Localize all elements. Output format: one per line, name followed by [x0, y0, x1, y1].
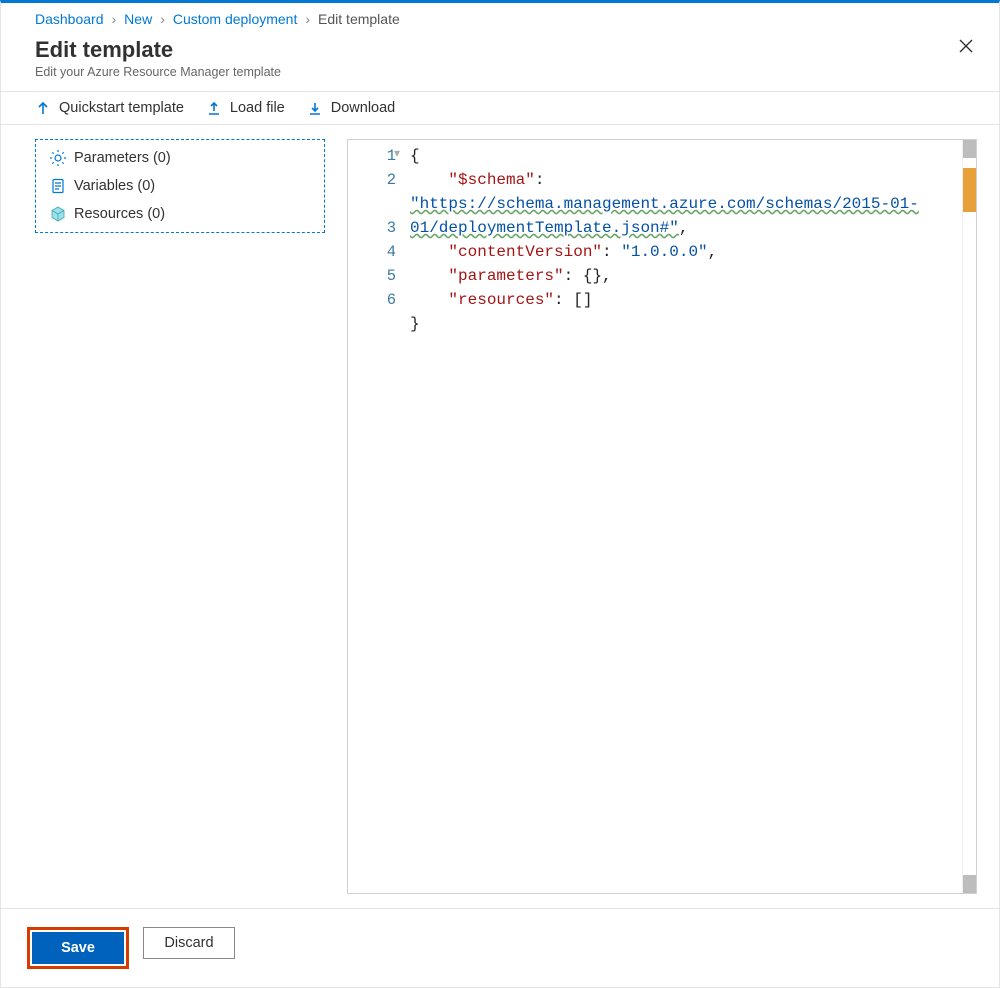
chevron-right-icon: › [112, 11, 117, 27]
breadcrumb: Dashboard › New › Custom deployment › Ed… [1, 3, 999, 33]
outline-tree: Parameters (0) Variables (0) Resources (… [35, 139, 325, 233]
close-icon [957, 37, 975, 55]
upload-icon [206, 100, 222, 116]
toolbar: Quickstart template Load file Download [1, 92, 999, 125]
save-highlight: Save [27, 927, 129, 969]
page-subtitle: Edit your Azure Resource Manager templat… [35, 65, 965, 79]
code-value: [] [573, 291, 592, 309]
save-button[interactable]: Save [32, 932, 124, 964]
chevron-right-icon: › [160, 11, 165, 27]
download-label: Download [331, 100, 396, 116]
code-brace: { [410, 147, 420, 165]
line-number: 2 [348, 168, 396, 192]
gear-icon [50, 150, 66, 166]
line-number-wrap [348, 192, 396, 216]
code-string: "1.0.0.0" [621, 243, 707, 261]
header: Edit template Edit your Azure Resource M… [1, 33, 999, 92]
main-area: Parameters (0) Variables (0) Resources (… [1, 125, 999, 908]
tree-item-parameters[interactable]: Parameters (0) [36, 144, 324, 172]
line-number: 6 [348, 288, 396, 312]
line-number: 3 [348, 216, 396, 240]
file-icon [50, 178, 66, 194]
close-button[interactable] [957, 37, 975, 58]
line-number: 4 [348, 240, 396, 264]
chevron-right-icon: › [305, 11, 310, 27]
load-file-button[interactable]: Load file [206, 100, 285, 116]
scroll-mark [963, 140, 976, 158]
code-brace: } [410, 315, 420, 333]
breadcrumb-dashboard[interactable]: Dashboard [35, 11, 104, 27]
line-number: 5 [348, 264, 396, 288]
breadcrumb-current: Edit template [318, 11, 400, 27]
gutter: 1 2 3 4 5 6 [348, 140, 404, 893]
arrow-up-icon [35, 100, 51, 116]
download-button[interactable]: Download [307, 100, 396, 116]
code-content[interactable]: { "$schema": "https://schema.management.… [404, 140, 962, 893]
breadcrumb-custom-deployment[interactable]: Custom deployment [173, 11, 298, 27]
code-key: "contentVersion" [448, 243, 602, 261]
editor-scrollbar[interactable] [962, 140, 976, 893]
line-number: 1 [348, 144, 396, 168]
page-title: Edit template [35, 37, 965, 63]
tree-item-variables[interactable]: Variables (0) [36, 172, 324, 200]
code-string: "https://schema.management.azure.com/sch… [410, 195, 919, 237]
code-key: "parameters" [448, 267, 563, 285]
discard-button[interactable]: Discard [143, 927, 235, 959]
download-icon [307, 100, 323, 116]
load-file-label: Load file [230, 100, 285, 116]
breadcrumb-new[interactable]: New [124, 11, 152, 27]
fold-toggle-icon[interactable]: ▾ [394, 146, 400, 160]
footer: Save Discard [1, 908, 999, 987]
tree-item-resources[interactable]: Resources (0) [36, 200, 324, 228]
scroll-mark-warning [963, 168, 976, 212]
tree-item-label: Resources (0) [74, 206, 165, 222]
cube-icon [50, 206, 66, 222]
tree-item-label: Parameters (0) [74, 150, 171, 166]
code-editor[interactable]: 1 2 3 4 5 6 ▾ { "$schema": "https://sche… [347, 139, 977, 894]
code-key: "$schema" [448, 171, 534, 189]
quickstart-label: Quickstart template [59, 100, 184, 116]
scroll-mark [963, 875, 976, 893]
code-key: "resources" [448, 291, 554, 309]
quickstart-template-button[interactable]: Quickstart template [35, 100, 184, 116]
tree-item-label: Variables (0) [74, 178, 155, 194]
code-value: {} [583, 267, 602, 285]
